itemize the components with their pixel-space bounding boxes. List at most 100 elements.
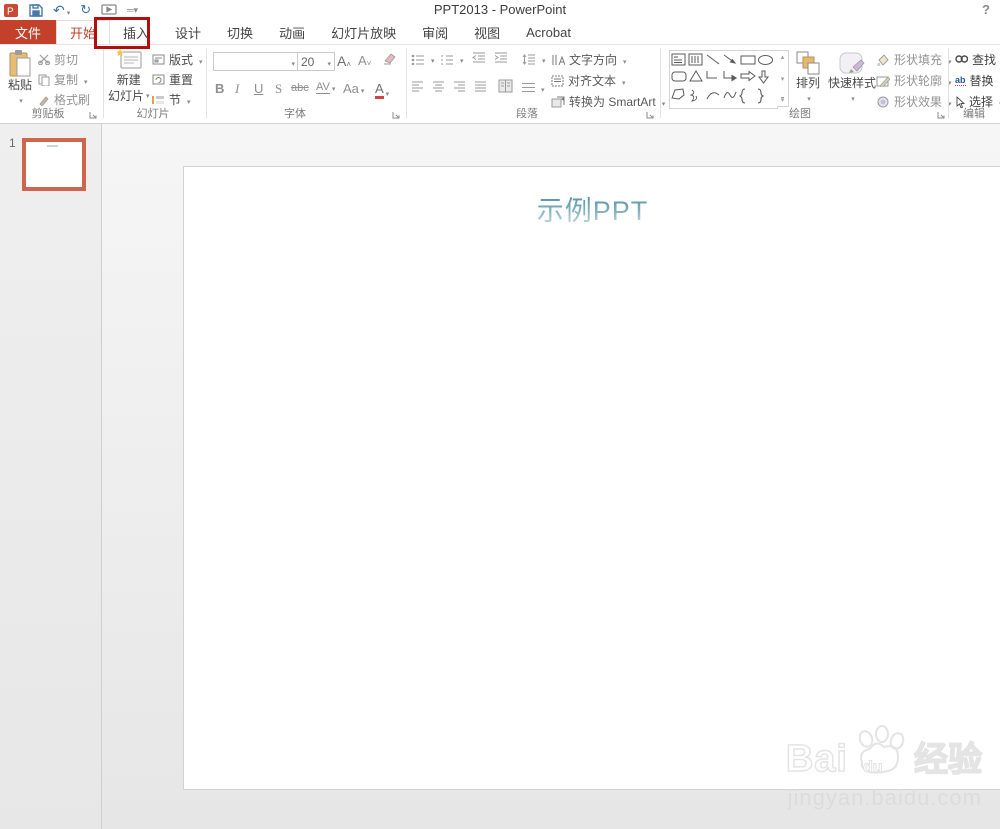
tab-design[interactable]: 设计: [162, 20, 214, 44]
thumbnail-title-mark: [47, 145, 58, 147]
watermark-du-text: du: [863, 759, 884, 777]
tab-acrobat[interactable]: Acrobat: [513, 20, 584, 44]
clipboard-group-label: 剪贴板: [31, 108, 65, 120]
shape-fill-icon: [877, 53, 889, 66]
copy-button[interactable]: 复制: [38, 71, 88, 88]
new-slide-icon: [115, 49, 142, 69]
change-case-button[interactable]: Aa: [343, 81, 364, 96]
columns-button[interactable]: [498, 79, 513, 93]
tab-view[interactable]: 视图: [461, 20, 513, 44]
text-direction-icon: [552, 54, 565, 65]
italic-button[interactable]: I: [235, 81, 239, 97]
shapes-gallery[interactable]: [669, 50, 778, 109]
watermark-bai-text: Bai: [785, 737, 848, 781]
gallery-scroll-up-icon[interactable]: ▴: [781, 53, 785, 61]
ribbon-tab-bar: 文件 开始 插入 设计 切换 动画 幻灯片放映 审阅 视图 Acrobat: [0, 20, 1000, 45]
editing-group-label: 编辑: [963, 108, 985, 120]
align-left-button[interactable]: [411, 81, 424, 92]
tab-transitions[interactable]: 切换: [214, 20, 266, 44]
character-spacing-button[interactable]: AV: [316, 81, 335, 94]
watermark-url: jingyan.baidu.com: [787, 785, 982, 810]
layout-icon: [152, 54, 165, 65]
line-spacing-icon: [522, 53, 535, 65]
align-center-button[interactable]: [432, 81, 445, 92]
tab-slideshow[interactable]: 幻灯片放映: [318, 20, 409, 44]
ribbon: 粘贴 剪切 复制 格式刷 剪贴板 新建 幻灯片 版式: [0, 45, 1000, 124]
numbering-button[interactable]: [440, 52, 464, 66]
shape-outline-button[interactable]: 形状轮廓: [876, 72, 952, 89]
line-spacing-button[interactable]: [522, 52, 546, 66]
shrink-font-button[interactable]: A ˅: [358, 53, 371, 68]
convert-smartart-button[interactable]: 转换为 SmartArt: [551, 93, 665, 110]
decrease-indent-button[interactable]: [472, 52, 486, 63]
increase-indent-icon: [494, 52, 507, 63]
distribute-button[interactable]: [522, 81, 545, 95]
font-name-dropdown-icon[interactable]: [289, 55, 295, 69]
align-left-icon: [412, 81, 423, 92]
format-painter-icon: [39, 95, 49, 106]
grow-font-button[interactable]: A ˄: [337, 53, 351, 69]
help-icon[interactable]: ?: [982, 2, 990, 17]
text-shadow-button[interactable]: S: [275, 81, 282, 97]
clipboard-dialog-launcher[interactable]: [89, 111, 98, 120]
workspace: 1 示例PPT Bai du 经验 jingyan.baidu.com: [0, 124, 1000, 829]
clear-formatting-button[interactable]: [382, 52, 396, 65]
arrange-icon: [796, 51, 820, 75]
drawing-dialog-launcher[interactable]: [937, 111, 946, 120]
find-icon: [955, 55, 968, 63]
clear-formatting-icon: [384, 53, 396, 65]
shape-effects-button[interactable]: 形状效果: [876, 93, 952, 110]
font-color-button[interactable]: A: [375, 81, 389, 99]
gallery-scroll-down-icon[interactable]: ▾: [781, 75, 785, 83]
baidu-paw-icon: du: [852, 725, 910, 781]
bullets-button[interactable]: [411, 52, 435, 66]
tab-animations[interactable]: 动画: [266, 20, 318, 44]
paragraph-dialog-launcher[interactable]: [646, 111, 655, 120]
baidu-jingyan-watermark: Bai du 经验 jingyan.baidu.com: [785, 725, 983, 811]
tab-file[interactable]: 文件: [0, 20, 56, 44]
tutorial-annotation-box: [94, 17, 150, 49]
reset-button[interactable]: 重置: [152, 71, 193, 88]
align-right-button[interactable]: [453, 81, 466, 92]
font-size-dropdown-icon[interactable]: [325, 55, 331, 69]
drawing-group-label: 绘图: [789, 108, 811, 120]
paste-button[interactable]: 粘贴: [8, 50, 32, 109]
cut-button[interactable]: 剪切: [38, 51, 78, 68]
paragraph-group-label: 段落: [516, 108, 538, 120]
font-dialog-launcher[interactable]: [392, 111, 401, 120]
justify-icon: [475, 81, 486, 92]
gallery-more-icon[interactable]: ▾: [780, 97, 785, 104]
slide-number: 1: [9, 136, 16, 150]
shape-fill-button[interactable]: 形状填充: [876, 51, 952, 68]
arrange-button[interactable]: 排列: [795, 51, 821, 107]
slide-title-text[interactable]: 示例PPT: [184, 189, 1000, 228]
replace-button[interactable]: ab 替换: [955, 72, 994, 89]
slide-thumbnail-1[interactable]: [22, 138, 86, 191]
cut-icon: [38, 54, 50, 65]
increase-indent-button[interactable]: [494, 52, 508, 63]
window-title: PPT2013 - PowerPoint: [433, 2, 567, 17]
align-text-button[interactable]: 对齐文本: [551, 72, 626, 89]
find-button[interactable]: 查找: [955, 51, 996, 68]
align-right-icon: [454, 81, 465, 92]
bold-button[interactable]: B: [215, 81, 224, 96]
new-slide-button[interactable]: 新建 幻灯片: [108, 49, 150, 104]
replace-icon: ab: [955, 74, 966, 86]
layout-button[interactable]: 版式: [152, 51, 203, 68]
slide-thumbnail-panel[interactable]: 1: [0, 124, 102, 829]
powerpoint-window: P ↶ ↻ ═▾ PPT2013 - PowerPoint ? 文件 开始 插入…: [0, 0, 1000, 829]
shapes-gallery-scrollbar[interactable]: ▴ ▾ ▾: [777, 50, 789, 107]
slide-canvas[interactable]: 示例PPT: [183, 166, 1000, 790]
tab-review[interactable]: 审阅: [409, 20, 461, 44]
underline-button[interactable]: U: [254, 81, 263, 96]
strikethrough-button[interactable]: abc: [291, 82, 309, 94]
section-icon: [152, 96, 164, 104]
columns-icon: [498, 79, 513, 93]
font-name-combo[interactable]: [213, 52, 299, 71]
align-text-icon: [551, 75, 564, 86]
font-size-combo[interactable]: 20: [297, 52, 335, 71]
text-direction-button[interactable]: 文字方向: [551, 51, 627, 68]
justify-button[interactable]: [474, 81, 487, 92]
quick-styles-button[interactable]: 快速样式: [828, 51, 876, 107]
font-group-label: 字体: [284, 108, 306, 120]
